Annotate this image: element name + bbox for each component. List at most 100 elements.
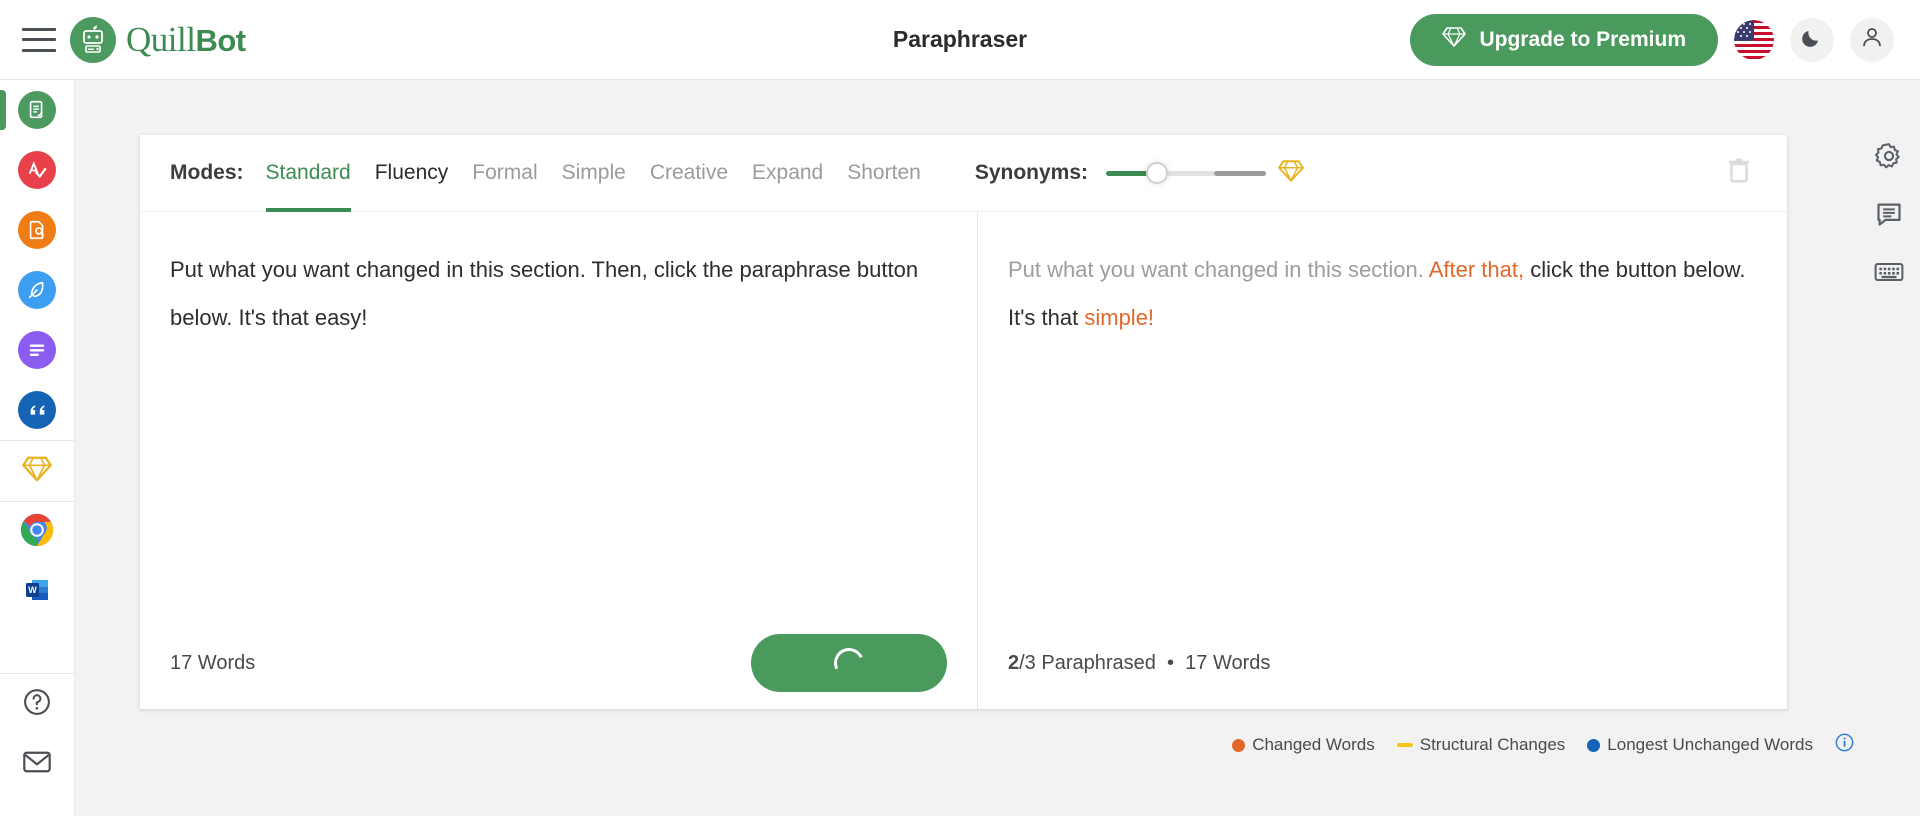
- mode-label: Expand: [752, 161, 823, 185]
- mode-label: Creative: [650, 161, 728, 185]
- mode-shorten[interactable]: Shorten: [847, 135, 921, 212]
- keyboard-icon: [1874, 260, 1904, 289]
- keyboard-shortcuts-button[interactable]: [1871, 256, 1907, 292]
- app-header: QuillBot Paraphraser Upgrade to Premium: [0, 0, 1920, 80]
- document-refresh-icon: [18, 91, 56, 129]
- mode-fluency[interactable]: Fluency: [375, 135, 449, 212]
- speech-bubble-icon: [1875, 200, 1903, 233]
- paraphraser-card: Modes: Standard Fluency Formal Simple Cr…: [140, 135, 1787, 709]
- sidebar-item-summarizer[interactable]: [0, 320, 75, 380]
- slider-diamond-icon[interactable]: [1278, 159, 1304, 188]
- mode-creative[interactable]: Creative: [650, 135, 728, 212]
- output-text[interactable]: Put what you want changed in this sectio…: [978, 212, 1786, 342]
- right-sidebar: [1858, 80, 1920, 816]
- slider-thumb[interactable]: [1146, 162, 1168, 184]
- brand-bot: Bot: [195, 23, 245, 58]
- legend: Changed Words Structural Changes Longest…: [1232, 733, 1854, 757]
- mode-simple[interactable]: Simple: [562, 135, 626, 212]
- sidebar-item-word-addin[interactable]: W: [0, 562, 75, 622]
- left-sidebar: W: [0, 80, 75, 816]
- chrome-icon: [20, 513, 54, 552]
- output-segment-changed-2[interactable]: simple!: [1084, 305, 1154, 330]
- input-pane: Put what you want changed in this sectio…: [140, 212, 978, 709]
- mode-label: Fluency: [375, 161, 449, 185]
- sidebar-item-contact[interactable]: [0, 734, 75, 794]
- input-word-count: 17 Words: [170, 652, 255, 675]
- sidebar-item-plagiarism-checker[interactable]: [0, 200, 75, 260]
- trash-icon: [1727, 171, 1751, 188]
- input-textarea[interactable]: Put what you want changed in this sectio…: [140, 212, 977, 342]
- hamburger-icon[interactable]: [22, 28, 56, 52]
- gear-icon: [1875, 142, 1903, 175]
- info-circle-icon[interactable]: [1835, 733, 1854, 757]
- synonyms-label: Synonyms:: [975, 161, 1088, 185]
- slider-premium-track: [1214, 171, 1266, 176]
- modes-label: Modes:: [170, 161, 244, 185]
- header-actions: Upgrade to Premium: [1410, 14, 1894, 66]
- synonyms-slider[interactable]: [1106, 162, 1266, 184]
- mode-label: Formal: [472, 161, 537, 185]
- mode-label: Standard: [266, 161, 351, 185]
- sidebar-item-chrome-extension[interactable]: [0, 502, 75, 562]
- legend-item-changed-words: Changed Words: [1232, 735, 1375, 755]
- output-status: 2/3 Paraphrased • 17 Words: [1008, 652, 1270, 675]
- svg-text:W: W: [28, 585, 37, 595]
- quote-marks-icon: [18, 391, 56, 429]
- sidebar-item-grammar-checker[interactable]: [0, 140, 75, 200]
- quillbot-robot-icon: [70, 17, 116, 63]
- output-pane: Put what you want changed in this sectio…: [978, 212, 1786, 709]
- status-separator: •: [1167, 652, 1174, 674]
- output-segment-unchanged: Put what you want changed in this sectio…: [1008, 257, 1429, 282]
- output-segment-changed-1[interactable]: After that,: [1429, 257, 1524, 282]
- document-search-icon: [18, 211, 56, 249]
- mode-expand[interactable]: Expand: [752, 135, 823, 212]
- person-icon: [1860, 25, 1884, 54]
- legend-item-structural-changes: Structural Changes: [1397, 735, 1566, 755]
- account-button[interactable]: [1850, 18, 1894, 62]
- mode-formal[interactable]: Formal: [472, 135, 537, 212]
- blue-dot-icon: [1587, 739, 1600, 752]
- question-circle-icon: [22, 687, 52, 722]
- ms-word-icon: W: [23, 576, 51, 609]
- diamond-icon: [1442, 26, 1466, 54]
- spinner-icon: [830, 644, 868, 682]
- paraphrase-button[interactable]: [751, 634, 947, 692]
- feedback-button[interactable]: [1871, 198, 1907, 234]
- legend-label: Structural Changes: [1420, 735, 1566, 755]
- page-background: Modes: Standard Fluency Formal Simple Cr…: [75, 80, 1920, 816]
- paraphrased-label: /3 Paraphrased: [1019, 652, 1156, 674]
- sidebar-item-help[interactable]: [0, 674, 75, 734]
- mode-standard[interactable]: Standard: [266, 135, 351, 212]
- lines-list-icon: [18, 331, 56, 369]
- envelope-icon: [22, 749, 52, 780]
- legend-label: Changed Words: [1252, 735, 1375, 755]
- upgrade-label: Upgrade to Premium: [1479, 28, 1686, 52]
- yellow-dash-icon: [1397, 743, 1413, 747]
- output-word-count: 17 Words: [1185, 652, 1270, 674]
- paraphrased-count: 2: [1008, 652, 1019, 674]
- quillbot-logo[interactable]: QuillBot: [70, 17, 246, 63]
- feather-pen-icon: [18, 271, 56, 309]
- output-footer: 2/3 Paraphrased • 17 Words: [978, 617, 1786, 709]
- input-footer: 17 Words: [140, 617, 977, 709]
- grammar-check-icon: [18, 151, 56, 189]
- clear-text-button[interactable]: [1727, 158, 1751, 189]
- legend-item-longest-unchanged: Longest Unchanged Words: [1587, 735, 1813, 755]
- dark-mode-toggle[interactable]: [1790, 18, 1834, 62]
- moon-icon: [1801, 26, 1823, 53]
- editor-panes: Put what you want changed in this sectio…: [140, 212, 1787, 709]
- settings-button[interactable]: [1871, 140, 1907, 176]
- sidebar-item-citation-generator[interactable]: [0, 380, 75, 440]
- mode-label: Simple: [562, 161, 626, 185]
- sidebar-item-paraphraser[interactable]: [0, 80, 75, 140]
- orange-dot-icon: [1232, 739, 1245, 752]
- mode-label: Shorten: [847, 161, 921, 185]
- brand-name: QuillBot: [126, 20, 246, 60]
- sidebar-item-premium[interactable]: [0, 441, 75, 501]
- upgrade-to-premium-button[interactable]: Upgrade to Premium: [1410, 14, 1718, 66]
- sidebar-item-co-writer[interactable]: [0, 260, 75, 320]
- us-flag-icon[interactable]: [1734, 20, 1774, 60]
- mode-toolbar: Modes: Standard Fluency Formal Simple Cr…: [140, 135, 1787, 212]
- diamond-outline-icon: [22, 455, 52, 488]
- brand-quill: Quill: [126, 20, 195, 59]
